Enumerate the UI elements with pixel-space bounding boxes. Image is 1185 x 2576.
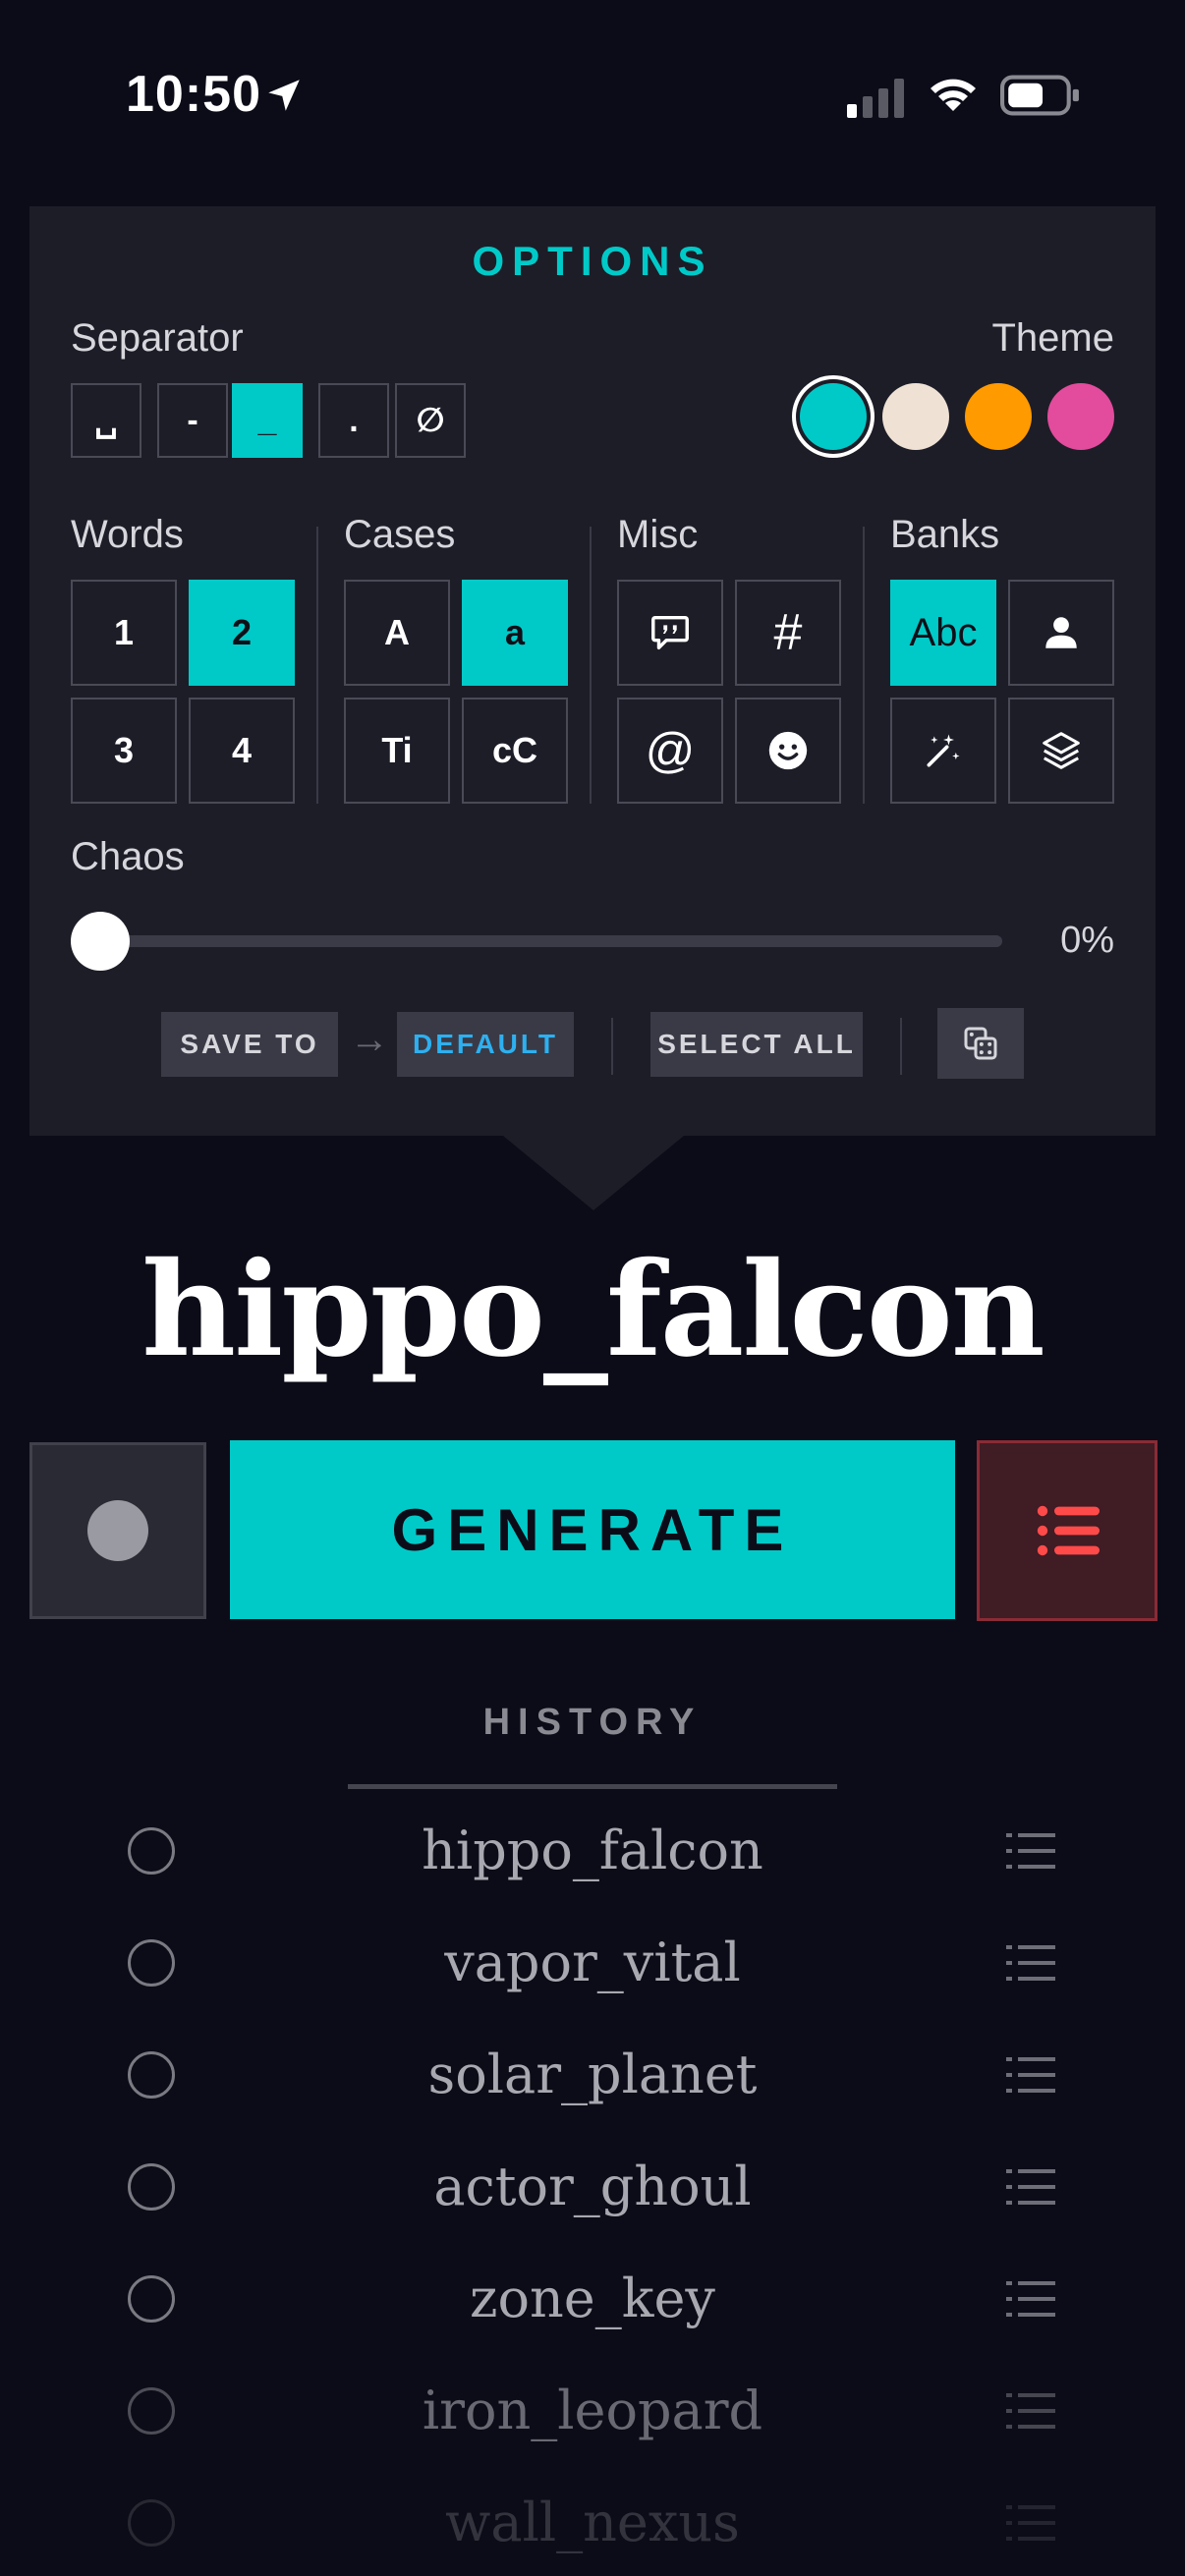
record-dot-icon (87, 1500, 148, 1561)
cellular-signal-icon (847, 79, 904, 118)
history-row[interactable]: wall_nexus (0, 2474, 1185, 2572)
arrow-right-icon: → (350, 1018, 389, 1061)
quote-bubble-icon (651, 615, 689, 650)
default-preset-button[interactable]: DEFAULT (397, 1012, 574, 1077)
generated-result[interactable]: hippo_falcon (0, 1234, 1185, 1386)
cases-label: Cases (344, 513, 456, 556)
generate-button[interactable]: GENERATE (230, 1440, 955, 1619)
status-bar: 10:50 (0, 0, 1185, 187)
action-divider (611, 1018, 613, 1075)
chaos-slider-track[interactable] (100, 935, 1002, 947)
list-icon[interactable] (1006, 2279, 1055, 2319)
status-time: 10:50 (126, 66, 261, 123)
column-divider (863, 527, 865, 804)
list-icon (1037, 1505, 1100, 1556)
history-divider (348, 1784, 837, 1789)
record-button[interactable] (29, 1442, 206, 1619)
words-4-button[interactable]: 4 (189, 698, 295, 804)
list-icon[interactable] (1006, 2167, 1055, 2207)
person-icon (1045, 617, 1077, 648)
list-icon[interactable] (1006, 1831, 1055, 1871)
dice-icon (964, 1027, 997, 1060)
theme-color-pink[interactable] (1047, 383, 1114, 450)
layers-icon (1043, 732, 1080, 769)
action-divider (900, 1018, 902, 1075)
list-icon[interactable] (1006, 2055, 1055, 2095)
column-divider (316, 527, 318, 804)
separator-space-button[interactable]: ␣ (71, 383, 141, 458)
history-row[interactable]: hippo_falcon (0, 1802, 1185, 1900)
list-icon[interactable] (1006, 2391, 1055, 2431)
theme-color-orange[interactable] (965, 383, 1032, 450)
bank-words-button[interactable]: Abc (890, 580, 996, 686)
misc-emoji-button[interactable] (735, 698, 841, 804)
banks-label: Banks (890, 513, 1000, 556)
separator-dot-button[interactable]: . (318, 383, 389, 458)
history-row[interactable]: zone_key (0, 2250, 1185, 2348)
separator-label: Separator (71, 316, 244, 360)
bank-layers-button[interactable] (1008, 698, 1114, 804)
misc-quote-button[interactable] (617, 580, 723, 686)
misc-label: Misc (617, 513, 699, 556)
battery-icon (1000, 75, 1079, 116)
select-all-button[interactable]: SELECT ALL (650, 1012, 863, 1077)
bank-names-button[interactable] (1008, 580, 1114, 686)
separator-underscore-button[interactable]: _ (232, 383, 303, 458)
case-title-button[interactable]: Ti (344, 698, 450, 804)
magic-wand-icon (927, 734, 960, 767)
history-title: HISTORY (482, 1702, 703, 1743)
wifi-icon (931, 79, 976, 111)
words-3-button[interactable]: 3 (71, 698, 177, 804)
case-upper-button[interactable]: A (344, 580, 450, 686)
smiley-icon (768, 731, 808, 770)
words-2-button[interactable]: 2 (189, 580, 295, 686)
options-panel: OPTIONS Separator Theme ␣ - _ . ∅ Words … (29, 206, 1156, 1136)
randomize-button[interactable] (937, 1008, 1024, 1079)
options-title: OPTIONS (472, 238, 713, 284)
theme-label: Theme (991, 316, 1115, 360)
words-1-button[interactable]: 1 (71, 580, 177, 686)
history-row[interactable]: solar_planet (0, 2026, 1185, 2124)
case-lower-button[interactable]: a (462, 580, 568, 686)
case-camel-button[interactable]: cC (462, 698, 568, 804)
bank-magic-button[interactable] (890, 698, 996, 804)
history-row[interactable]: iron_leopard (0, 2362, 1185, 2460)
column-divider (590, 527, 592, 804)
location-arrow-icon (268, 80, 300, 111)
chaos-slider-thumb[interactable] (71, 912, 130, 971)
list-button[interactable] (977, 1440, 1157, 1621)
separator-hyphen-button[interactable]: - (157, 383, 228, 458)
chaos-value: 0% (1060, 920, 1114, 961)
list-icon[interactable] (1006, 1943, 1055, 1983)
list-icon[interactable] (1006, 2503, 1055, 2543)
chaos-label: Chaos (71, 835, 185, 878)
theme-color-cream[interactable] (882, 383, 949, 450)
misc-at-button[interactable]: @ (617, 698, 723, 804)
words-label: Words (71, 513, 184, 556)
separator-none-button[interactable]: ∅ (395, 383, 466, 458)
theme-color-teal[interactable] (800, 383, 867, 450)
misc-hash-button[interactable]: # (735, 580, 841, 686)
history-row[interactable]: actor_ghoul (0, 2138, 1185, 2236)
options-panel-pointer (503, 1136, 684, 1210)
history-row[interactable]: vapor_vital (0, 1914, 1185, 2012)
save-to-button[interactable]: SAVE TO (161, 1012, 338, 1077)
